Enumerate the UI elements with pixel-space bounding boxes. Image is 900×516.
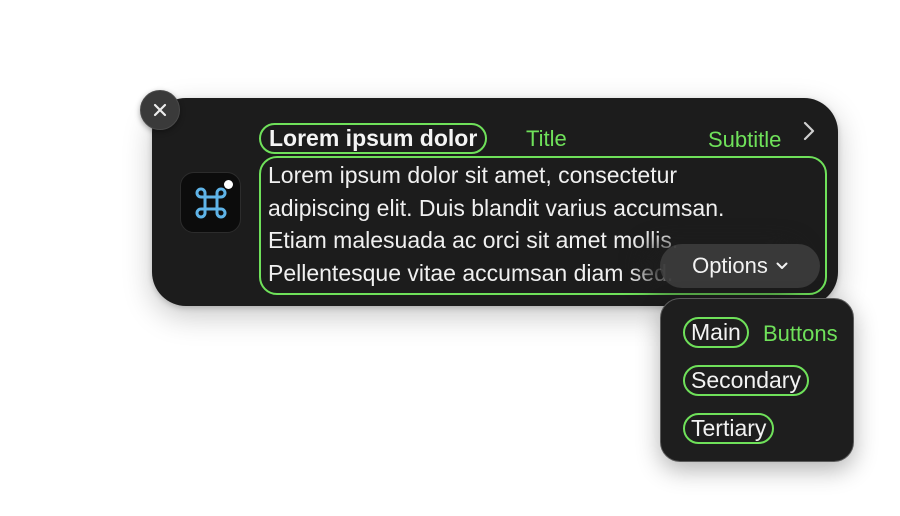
command-key-icon [195, 187, 227, 219]
close-button[interactable] [140, 90, 180, 130]
body-line: adipiscing elit. Duis blandit varius acc… [268, 194, 725, 221]
body-line: Lorem ipsum dolor sit amet, consectetur [268, 162, 678, 188]
subtitle-label: Subtitle [708, 127, 782, 152]
stage: Lorem ipsum dolor Title Subtitle Lorem i… [0, 0, 900, 516]
options-label: Options [692, 253, 768, 278]
title-annotation: Title [526, 126, 567, 151]
buttons-annotation: Buttons [763, 321, 838, 346]
menu-item-tertiary[interactable]: Tertiary [683, 413, 775, 444]
chevron-down-icon [776, 262, 788, 269]
notification-dot [224, 180, 233, 189]
notification-title: Lorem ipsum dolor [259, 123, 488, 154]
menu-item-secondary[interactable]: Secondary [683, 365, 809, 396]
app-icon [180, 172, 241, 233]
chevron-right-icon[interactable] [802, 121, 816, 141]
options-button[interactable]: Options [660, 244, 820, 288]
menu-item-main[interactable]: Main [683, 317, 749, 348]
close-icon [153, 103, 167, 117]
